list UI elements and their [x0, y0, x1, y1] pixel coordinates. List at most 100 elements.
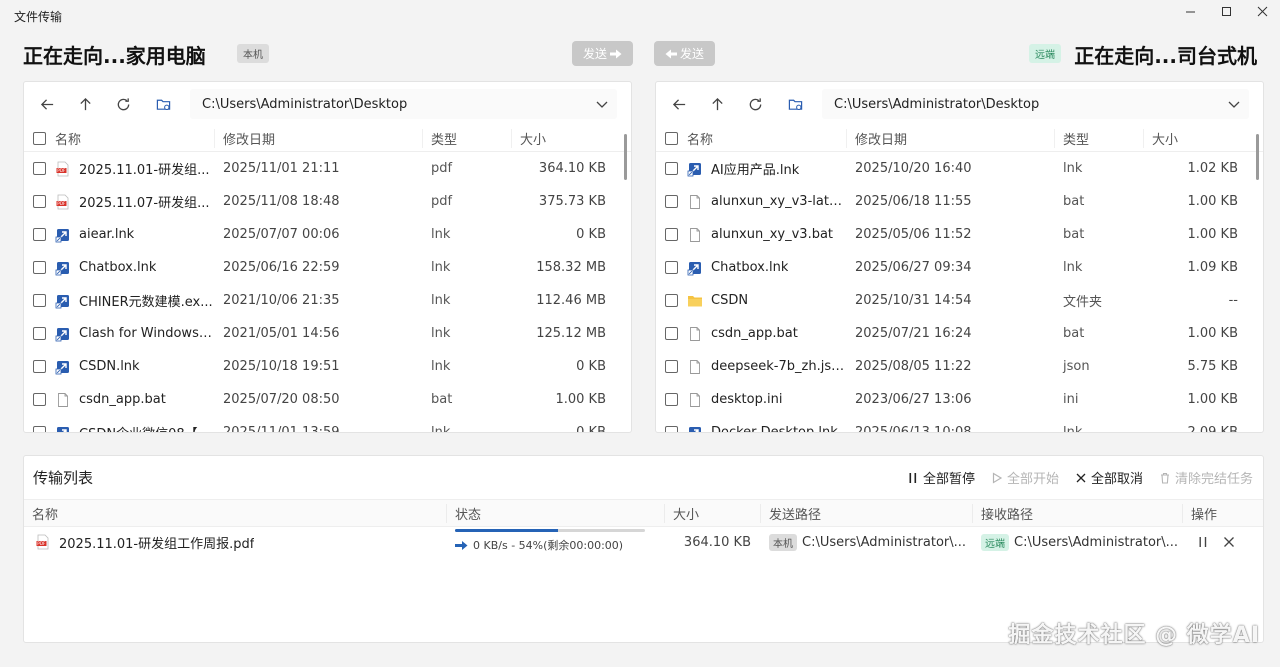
- column-type[interactable]: 类型: [1055, 129, 1144, 148]
- up-icon[interactable]: [702, 89, 732, 119]
- row-checkbox[interactable]: [33, 195, 46, 208]
- file-row[interactable]: alunxun_xy_v3.bat 2025/05/06 11:52 bat 1.00…: [656, 218, 1263, 251]
- row-checkbox[interactable]: [33, 162, 46, 175]
- file-row[interactable]: aiear.lnk 2025/07/07 00:06 lnk 0 KB: [24, 218, 631, 251]
- file-row[interactable]: CSDN企业微信08【 2025/11/01 13:59 lnk 0 KB: [24, 416, 631, 433]
- minimize-button[interactable]: [1172, 0, 1208, 22]
- file-row[interactable]: CSDN.lnk 2025/10/18 19:51 lnk 0 KB: [24, 350, 631, 383]
- column-type[interactable]: 类型: [423, 129, 512, 148]
- column-date[interactable]: 修改日期: [847, 129, 1055, 148]
- file-date: 2025/08/05 11:22: [855, 359, 972, 374]
- up-icon[interactable]: [70, 89, 100, 119]
- row-checkbox-cell: [656, 360, 687, 373]
- transfer-file-name: 2025.11.01-研发组工作周报.pdf: [59, 536, 255, 552]
- file-date: 2025/06/27 09:34: [855, 260, 972, 275]
- file-row[interactable]: PDF 2025.11.01-研发组... 2025/11/01 21:11 pdf 3…: [24, 152, 631, 185]
- close-button[interactable]: [1244, 0, 1280, 22]
- file-row[interactable]: desktop.ini 2023/06/27 13:06 ini 1.00 KB: [656, 383, 1263, 416]
- row-checkbox[interactable]: [33, 294, 46, 307]
- row-checkbox-cell: [24, 294, 55, 307]
- column-name[interactable]: 名称: [687, 129, 847, 148]
- select-all-checkbox[interactable]: [33, 132, 46, 145]
- maximize-button[interactable]: [1208, 0, 1244, 22]
- file-date: 2021/10/06 21:35: [223, 293, 340, 308]
- file-row[interactable]: PDF 2025.11.07-研发组... 2025/11/08 18:48 pdf 3…: [24, 185, 631, 218]
- file-row[interactable]: AI应用产品.lnk 2025/10/20 16:40 lnk 1.02 KB: [656, 152, 1263, 185]
- pause-all-button[interactable]: 全部暂停: [907, 468, 975, 487]
- row-checkbox[interactable]: [665, 162, 678, 175]
- upload-arrow-icon: [455, 540, 468, 550]
- local-scrollbar[interactable]: [624, 134, 627, 180]
- file-row[interactable]: alunxun_xy_v3-late... 2025/06/18 11:55 bat…: [656, 185, 1263, 218]
- refresh-icon[interactable]: [108, 89, 138, 119]
- file-row[interactable]: Clash for Windows.... 2021/05/01 14:56 lnk…: [24, 317, 631, 350]
- start-all-button[interactable]: 全部开始: [991, 468, 1059, 487]
- file-date: 2023/06/27 13:06: [855, 392, 972, 407]
- recv-path-text: C:\Users\Administrator\...: [1014, 534, 1179, 550]
- file-size: 1.09 KB: [1187, 260, 1238, 275]
- column-size[interactable]: 大小: [1144, 129, 1244, 148]
- row-checkbox[interactable]: [33, 327, 46, 340]
- row-checkbox[interactable]: [665, 294, 678, 307]
- remote-host-title: 正在走向...司台式机: [1074, 44, 1257, 68]
- row-checkbox[interactable]: [33, 261, 46, 274]
- file-name-cell: AI应用产品.lnk: [687, 159, 847, 178]
- file-name: aiear.lnk: [79, 227, 135, 242]
- file-row[interactable]: CHINER元数建模.ex... 2021/10/06 21:35 lnk 112.4…: [24, 284, 631, 317]
- column-name[interactable]: 名称: [55, 129, 215, 148]
- file-date: 2025/11/01 21:11: [223, 161, 340, 176]
- file-row[interactable]: deepseek-7b_zh.json 2025/08/05 11:22 json 5…: [656, 350, 1263, 383]
- row-checkbox[interactable]: [665, 261, 678, 274]
- row-checkbox[interactable]: [33, 360, 46, 373]
- progress-bar: [455, 529, 645, 532]
- column-size[interactable]: 大小: [512, 129, 612, 148]
- file-size: 1.00 KB: [1187, 326, 1238, 341]
- row-checkbox[interactable]: [33, 426, 46, 432]
- clear-done-button[interactable]: 清除完结任务: [1159, 468, 1253, 487]
- row-checkbox[interactable]: [665, 426, 678, 432]
- pause-all-label: 全部暂停: [922, 472, 975, 487]
- back-icon[interactable]: [664, 89, 694, 119]
- row-checkbox[interactable]: [33, 228, 46, 241]
- select-all-checkbox[interactable]: [665, 132, 678, 145]
- column-date[interactable]: 修改日期: [215, 129, 423, 148]
- pause-icon[interactable]: [1197, 536, 1209, 548]
- path-selector[interactable]: C:\Users\Administrator\Desktop: [822, 89, 1249, 119]
- transfer-title: 传输列表: [33, 469, 94, 487]
- send-to-local-button[interactable]: 发送: [654, 41, 715, 66]
- row-checkbox[interactable]: [665, 228, 678, 241]
- file-row[interactable]: csdn_app.bat 2025/07/21 16:24 bat 1.00 KB: [656, 317, 1263, 350]
- close-icon[interactable]: [1223, 536, 1235, 548]
- folder-settings-icon[interactable]: [148, 89, 178, 119]
- file-row[interactable]: Chatbox.lnk 2025/06/27 09:34 lnk 1.09 KB: [656, 251, 1263, 284]
- row-checkbox[interactable]: [33, 393, 46, 406]
- file-row[interactable]: csdn_app.bat 2025/07/20 08:50 bat 1.00 KB: [24, 383, 631, 416]
- file-row[interactable]: Docker Desktop.lnk 2025/06/13 10:08 lnk 2.0…: [656, 416, 1263, 432]
- file-date: 2025/05/06 11:52: [855, 227, 972, 242]
- file-type: 文件夹: [1063, 295, 1103, 310]
- file-list-header: 名称 修改日期 类型 大小: [24, 126, 631, 152]
- row-checkbox[interactable]: [665, 195, 678, 208]
- row-checkbox-cell: [656, 294, 687, 307]
- file-size: 1.00 KB: [555, 392, 606, 407]
- file-row[interactable]: Chatbox.lnk 2025/06/16 22:59 lnk 158.32 MB: [24, 251, 631, 284]
- file-type: pdf: [431, 194, 453, 209]
- cancel-all-button[interactable]: 全部取消: [1075, 468, 1143, 487]
- file-row[interactable]: CSDN 2025/10/31 14:54 文件夹 --: [656, 284, 1263, 317]
- row-checkbox[interactable]: [665, 393, 678, 406]
- progress-fill: [455, 529, 558, 532]
- file-name: csdn_app.bat: [79, 392, 166, 407]
- file-name-cell: CSDN企业微信08【: [55, 423, 215, 432]
- refresh-icon[interactable]: [740, 89, 770, 119]
- row-checkbox[interactable]: [665, 360, 678, 373]
- close-icon: [1076, 473, 1086, 482]
- send-to-remote-button[interactable]: 发送: [572, 41, 633, 66]
- row-checkbox[interactable]: [665, 327, 678, 340]
- transfer-row[interactable]: PDF 2025.11.01-研发组工作周报.pdf 0 KB/s - 54%(…: [24, 527, 1263, 557]
- back-icon[interactable]: [32, 89, 62, 119]
- path-selector[interactable]: C:\Users\Administrator\Desktop: [190, 89, 617, 119]
- folder-settings-icon[interactable]: [780, 89, 810, 119]
- file-type: lnk: [431, 425, 451, 433]
- remote-scrollbar[interactable]: [1256, 134, 1259, 180]
- file-name: Chatbox.lnk: [79, 260, 157, 275]
